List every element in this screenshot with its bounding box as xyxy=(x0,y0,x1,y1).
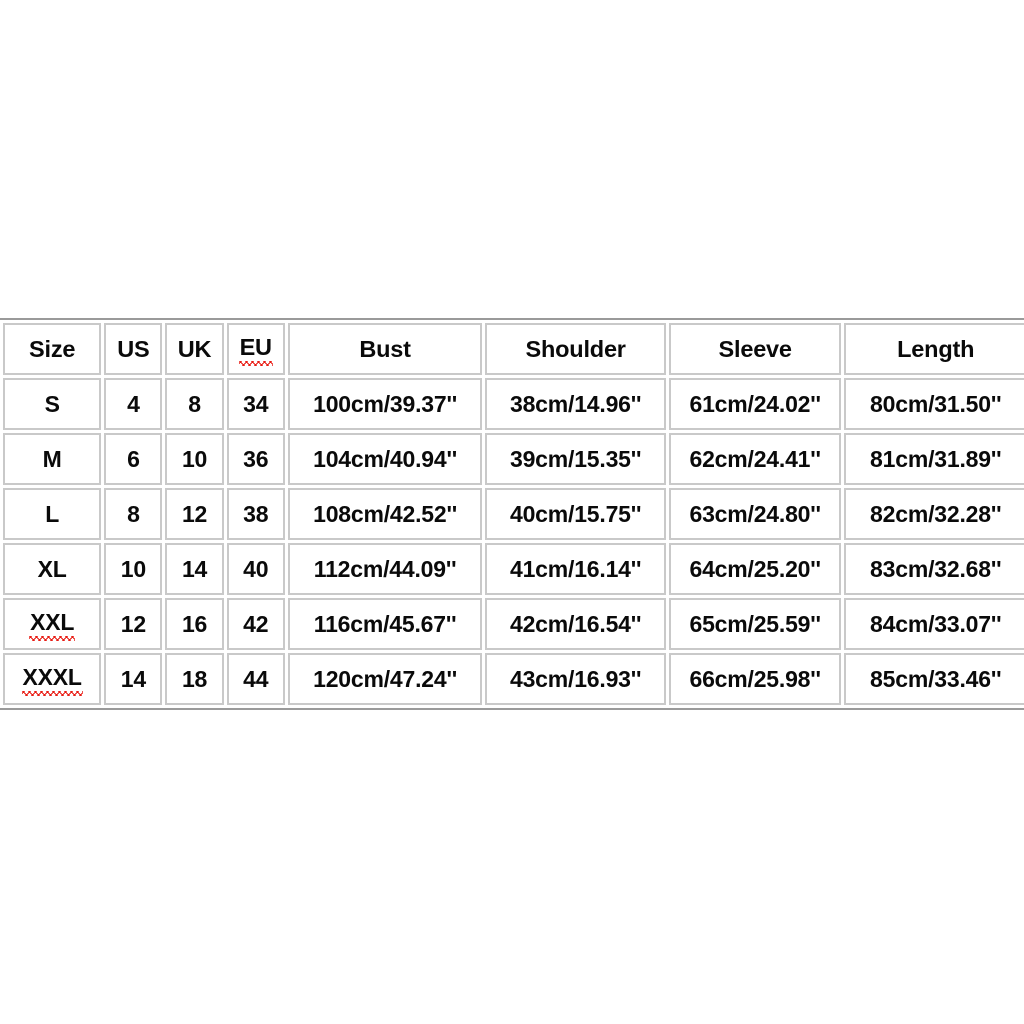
cell-shoulder: 43cm/16.93'' xyxy=(485,653,666,705)
cell-us: 12 xyxy=(104,598,163,650)
cell-eu: 36 xyxy=(226,433,285,485)
cell-size: XL xyxy=(3,543,102,595)
column-header-eu: EU xyxy=(226,323,285,375)
cell-length: 85cm/33.46'' xyxy=(844,653,1024,705)
cell-eu: 38 xyxy=(226,488,285,540)
table-row: XXL 12 16 42 116cm/45.67'' 42cm/16.54'' … xyxy=(3,598,1024,650)
cell-shoulder: 42cm/16.54'' xyxy=(485,598,666,650)
table-row: XXXL 14 18 44 120cm/47.24'' 43cm/16.93''… xyxy=(3,653,1024,705)
table-row: S 4 8 34 100cm/39.37'' 38cm/14.96'' 61cm… xyxy=(3,378,1024,430)
cell-uk: 18 xyxy=(165,653,224,705)
cell-sleeve: 65cm/25.59'' xyxy=(668,598,842,650)
cell-shoulder: 41cm/16.14'' xyxy=(485,543,666,595)
cell-uk: 10 xyxy=(165,433,224,485)
cell-size: S xyxy=(3,378,102,430)
cell-shoulder: 40cm/15.75'' xyxy=(485,488,666,540)
cell-uk: 14 xyxy=(165,543,224,595)
spellcheck-underline-xxl: XXL xyxy=(29,609,76,641)
cell-length: 81cm/31.89'' xyxy=(844,433,1024,485)
cell-bust: 120cm/47.24'' xyxy=(287,653,483,705)
cell-bust: 112cm/44.09'' xyxy=(287,543,483,595)
table-row: M 6 10 36 104cm/40.94'' 39cm/15.35'' 62c… xyxy=(3,433,1024,485)
size-chart-container: Size US UK EU Bust Shoulder Sleeve Lengt… xyxy=(0,318,1024,710)
column-header-uk: UK xyxy=(165,323,224,375)
column-header-us: US xyxy=(104,323,163,375)
cell-sleeve: 63cm/24.80'' xyxy=(668,488,842,540)
cell-eu: 42 xyxy=(226,598,285,650)
cell-bust: 100cm/39.37'' xyxy=(287,378,483,430)
column-header-length: Length xyxy=(844,323,1024,375)
cell-size: L xyxy=(3,488,102,540)
cell-uk: 16 xyxy=(165,598,224,650)
cell-uk: 12 xyxy=(165,488,224,540)
cell-uk: 8 xyxy=(165,378,224,430)
cell-sleeve: 61cm/24.02'' xyxy=(668,378,842,430)
cell-length: 83cm/32.68'' xyxy=(844,543,1024,595)
spellcheck-underline-eu: EU xyxy=(238,334,274,366)
cell-eu: 34 xyxy=(226,378,285,430)
cell-size: XXL xyxy=(3,598,102,650)
table-row: L 8 12 38 108cm/42.52'' 40cm/15.75'' 63c… xyxy=(3,488,1024,540)
column-header-shoulder: Shoulder xyxy=(485,323,666,375)
cell-eu: 40 xyxy=(226,543,285,595)
cell-length: 80cm/31.50'' xyxy=(844,378,1024,430)
cell-size: M xyxy=(3,433,102,485)
cell-bust: 108cm/42.52'' xyxy=(287,488,483,540)
cell-us: 6 xyxy=(104,433,163,485)
cell-length: 84cm/33.07'' xyxy=(844,598,1024,650)
table-header-row: Size US UK EU Bust Shoulder Sleeve Lengt… xyxy=(3,323,1024,375)
cell-sleeve: 64cm/25.20'' xyxy=(668,543,842,595)
cell-length: 82cm/32.28'' xyxy=(844,488,1024,540)
size-chart-body: Size US UK EU Bust Shoulder Sleeve Lengt… xyxy=(3,323,1024,705)
column-header-sleeve: Sleeve xyxy=(668,323,842,375)
cell-us: 4 xyxy=(104,378,163,430)
table-row: XL 10 14 40 112cm/44.09'' 41cm/16.14'' 6… xyxy=(3,543,1024,595)
column-header-bust: Bust xyxy=(287,323,483,375)
cell-bust: 104cm/40.94'' xyxy=(287,433,483,485)
column-header-size: Size xyxy=(3,323,102,375)
cell-eu: 44 xyxy=(226,653,285,705)
spellcheck-underline-xxxl: XXXL xyxy=(21,664,84,696)
cell-sleeve: 62cm/24.41'' xyxy=(668,433,842,485)
cell-us: 14 xyxy=(104,653,163,705)
cell-sleeve: 66cm/25.98'' xyxy=(668,653,842,705)
cell-bust: 116cm/45.67'' xyxy=(287,598,483,650)
size-chart-table: Size US UK EU Bust Shoulder Sleeve Lengt… xyxy=(0,318,1024,710)
cell-size: XXXL xyxy=(3,653,102,705)
cell-shoulder: 38cm/14.96'' xyxy=(485,378,666,430)
cell-us: 8 xyxy=(104,488,163,540)
cell-shoulder: 39cm/15.35'' xyxy=(485,433,666,485)
cell-us: 10 xyxy=(104,543,163,595)
